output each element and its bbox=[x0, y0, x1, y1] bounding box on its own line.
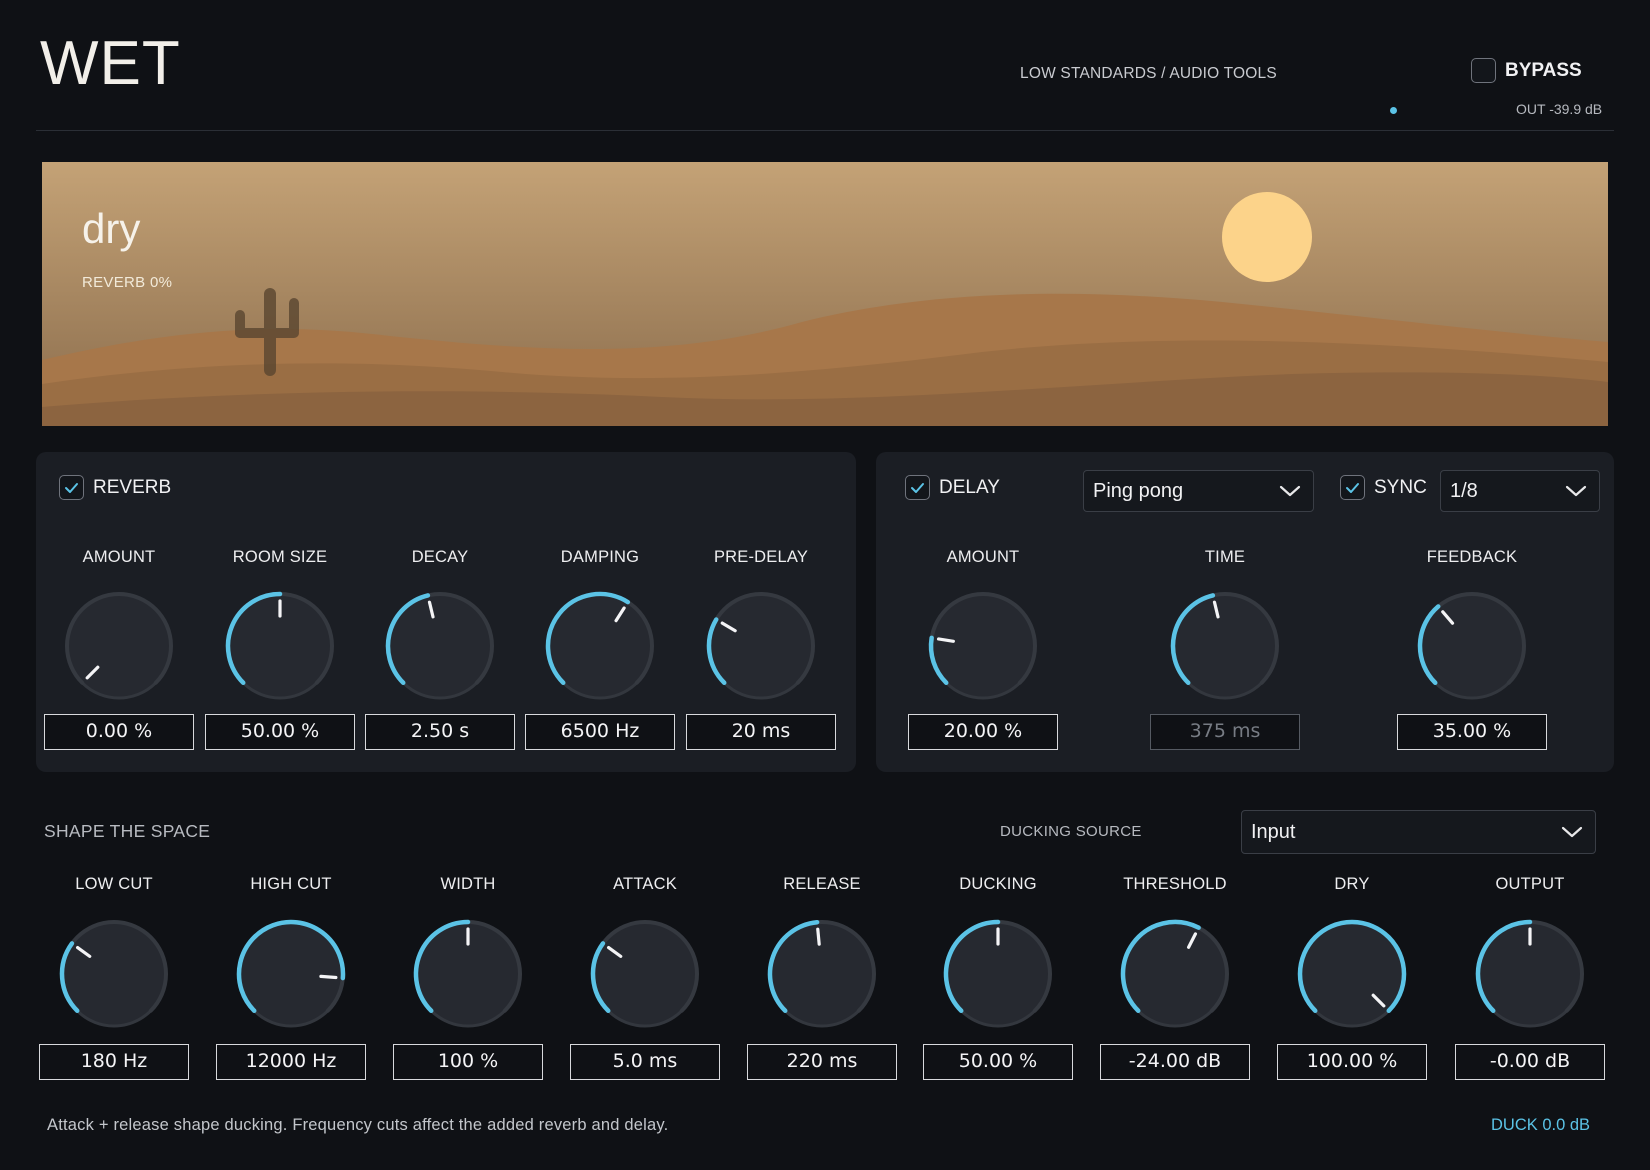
reverb-room-size-value-field[interactable]: 50.00 % bbox=[205, 714, 355, 750]
shape-section-title: SHAPE THE SPACE bbox=[44, 821, 211, 841]
ducking-source-label: DUCKING SOURCE bbox=[1000, 823, 1142, 840]
header-divider bbox=[36, 130, 1614, 131]
shape-attack-knob[interactable] bbox=[585, 914, 705, 1034]
delay-amount-value-field[interactable]: 20.00 % bbox=[908, 714, 1058, 750]
shape-width-knob[interactable] bbox=[408, 914, 528, 1034]
shape-dry-knob[interactable] bbox=[1292, 914, 1412, 1034]
sync-checkbox[interactable] bbox=[1340, 475, 1365, 500]
shape-ducking-value-field[interactable]: 50.00 % bbox=[923, 1044, 1073, 1080]
shape-width-value-field[interactable]: 100 % bbox=[393, 1044, 543, 1080]
reverb-toggle[interactable]: REVERB bbox=[59, 475, 171, 500]
sync-toggle[interactable]: SYNC bbox=[1340, 475, 1427, 500]
delay-feedback-label: FEEDBACK bbox=[1426, 548, 1518, 566]
app-title: WET bbox=[40, 29, 181, 98]
delay-toggle[interactable]: DELAY bbox=[905, 475, 1000, 500]
shape-ducking-label: DUCKING bbox=[959, 875, 1037, 893]
shape-dry-label: DRY bbox=[1334, 875, 1370, 893]
reverb-damping-knob[interactable] bbox=[540, 586, 660, 706]
reverb-pre-delay-value-field[interactable]: 20 ms bbox=[686, 714, 836, 750]
reverb-pre-delay-knob[interactable] bbox=[701, 586, 821, 706]
delay-mode-dropdown[interactable]: Ping pong bbox=[1083, 470, 1314, 512]
shape-release-knob[interactable] bbox=[762, 914, 882, 1034]
delay-feedback-knob[interactable] bbox=[1412, 586, 1532, 706]
shape-high-cut-label: HIGH CUT bbox=[250, 875, 332, 893]
reverb-room-size-label: ROOM SIZE bbox=[232, 548, 328, 566]
shape-high-cut-knob[interactable] bbox=[231, 914, 351, 1034]
delay-checkbox[interactable] bbox=[905, 475, 930, 500]
sync-label: SYNC bbox=[1374, 476, 1427, 498]
shape-output-knob[interactable] bbox=[1470, 914, 1590, 1034]
reverb-amount-knob[interactable] bbox=[59, 586, 179, 706]
duck-readout: DUCK 0.0 dB bbox=[1491, 1116, 1591, 1134]
reverb-checkbox[interactable] bbox=[59, 475, 84, 500]
level-meter-dot bbox=[1390, 107, 1397, 114]
chevron-down-icon bbox=[1565, 485, 1587, 497]
reverb-decay-label: DECAY bbox=[411, 548, 469, 566]
shape-threshold-value-field[interactable]: -24.00 dB bbox=[1100, 1044, 1250, 1080]
reverb-decay-value-field[interactable]: 2.50 s bbox=[365, 714, 515, 750]
ducking-source-value: Input bbox=[1251, 820, 1296, 843]
reverb-pre-delay-label: PRE-DELAY bbox=[713, 548, 809, 566]
reverb-amount-label: AMOUNT bbox=[82, 548, 156, 566]
shape-attack-value-field[interactable]: 5.0 ms bbox=[570, 1044, 720, 1080]
shape-threshold-knob[interactable] bbox=[1115, 914, 1235, 1034]
delay-mode-value: Ping pong bbox=[1093, 479, 1184, 502]
reverb-damping-value-field[interactable]: 6500 Hz bbox=[525, 714, 675, 750]
delay-time-value-field[interactable]: 375 ms bbox=[1150, 714, 1300, 750]
shape-release-value-field[interactable]: 220 ms bbox=[747, 1044, 897, 1080]
ducking-source-dropdown[interactable]: Input bbox=[1241, 810, 1596, 854]
shape-output-label: OUTPUT bbox=[1495, 875, 1565, 893]
knob-pointer bbox=[319, 974, 338, 980]
shape-attack-label: ATTACK bbox=[613, 875, 677, 893]
chevron-down-icon bbox=[1561, 826, 1583, 838]
delay-amount-knob[interactable] bbox=[923, 586, 1043, 706]
reverb-damping-label: DAMPING bbox=[560, 548, 640, 566]
bypass-checkbox[interactable] bbox=[1471, 58, 1496, 83]
mode-name: dry bbox=[82, 205, 141, 252]
desert-scene bbox=[42, 162, 1608, 426]
brand-label: LOW STANDARDS / AUDIO TOOLS bbox=[1020, 65, 1277, 82]
output-level-readout: OUT -39.9 dB bbox=[1516, 101, 1603, 117]
delay-amount-label: AMOUNT bbox=[946, 548, 1020, 566]
mode-reverb-amount: REVERB 0% bbox=[82, 274, 173, 291]
sync-division-dropdown[interactable]: 1/8 bbox=[1440, 470, 1600, 512]
shape-low-cut-value-field[interactable]: 180 Hz bbox=[39, 1044, 189, 1080]
reverb-amount-value-field[interactable]: 0.00 % bbox=[44, 714, 194, 750]
shape-width-label: WIDTH bbox=[440, 875, 496, 893]
footer-note: Attack + release shape ducking. Frequenc… bbox=[47, 1116, 669, 1134]
delay-time-label: TIME bbox=[1204, 548, 1246, 566]
bypass-label: BYPASS bbox=[1505, 59, 1582, 81]
checkmark-icon bbox=[911, 482, 924, 493]
shape-low-cut-label: LOW CUT bbox=[75, 875, 153, 893]
shape-output-value-field[interactable]: -0.00 dB bbox=[1455, 1044, 1605, 1080]
delay-time-knob[interactable] bbox=[1165, 586, 1285, 706]
bypass-toggle[interactable]: BYPASS bbox=[1471, 58, 1582, 83]
reverb-decay-knob[interactable] bbox=[380, 586, 500, 706]
shape-low-cut-knob[interactable] bbox=[54, 914, 174, 1034]
shape-dry-value-field[interactable]: 100.00 % bbox=[1277, 1044, 1427, 1080]
delay-feedback-value-field[interactable]: 35.00 % bbox=[1397, 714, 1547, 750]
reverb-label: REVERB bbox=[93, 476, 172, 498]
sync-division-value: 1/8 bbox=[1450, 479, 1478, 502]
reverb-room-size-knob[interactable] bbox=[220, 586, 340, 706]
knob-pointer bbox=[816, 927, 821, 946]
shape-ducking-knob[interactable] bbox=[938, 914, 1058, 1034]
sun-icon bbox=[1222, 192, 1312, 282]
chevron-down-icon bbox=[1279, 485, 1301, 497]
checkmark-icon bbox=[1346, 482, 1359, 493]
shape-threshold-label: THRESHOLD bbox=[1123, 875, 1227, 893]
checkmark-icon bbox=[65, 482, 78, 493]
shape-high-cut-value-field[interactable]: 12000 Hz bbox=[216, 1044, 366, 1080]
delay-label: DELAY bbox=[939, 476, 1000, 498]
desert-illustration bbox=[42, 162, 1608, 426]
shape-release-label: RELEASE bbox=[783, 875, 861, 893]
